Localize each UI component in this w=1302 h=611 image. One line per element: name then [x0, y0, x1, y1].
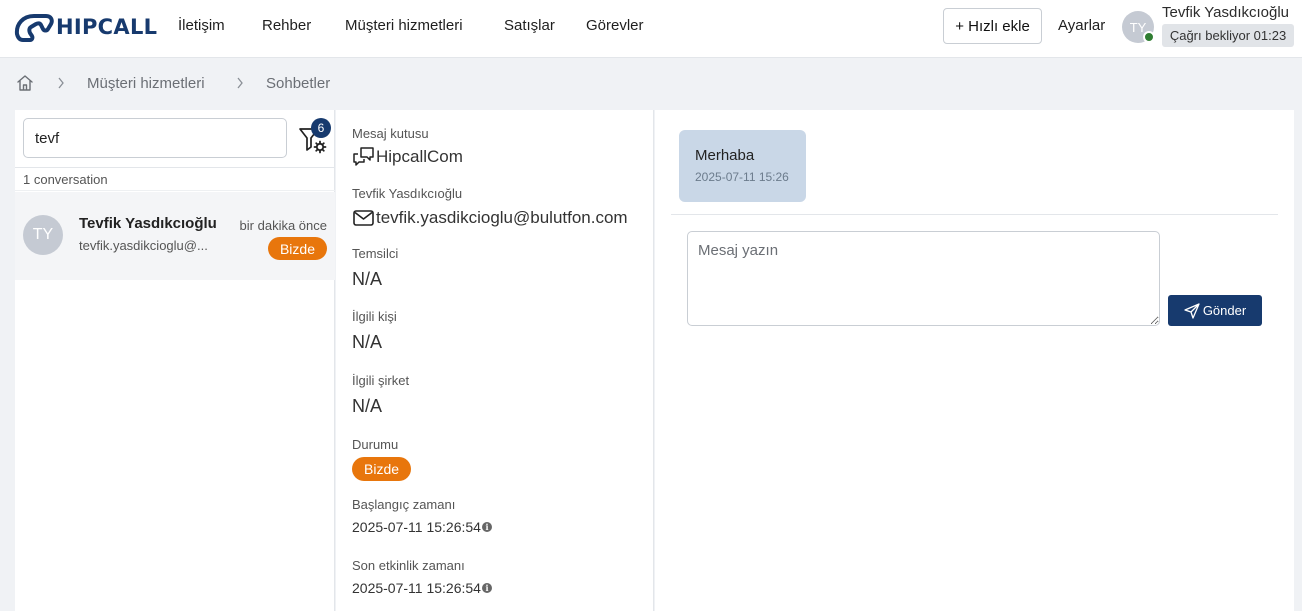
quick-add-button[interactable]: + Hızlı ekle — [943, 8, 1042, 44]
start-time-label: Başlangıç zamanı — [352, 497, 456, 512]
logo-text: HIPCALL — [56, 15, 158, 39]
settings-link[interactable]: Ayarlar — [1058, 17, 1105, 34]
chevron-right-icon — [58, 77, 64, 89]
send-button-label: Gönder — [1202, 303, 1247, 318]
status-label: Durumu — [352, 437, 399, 452]
conversation-item[interactable]: TY Tevfik Yasdıkcıoğlu tevfik.yasdikciog… — [15, 192, 335, 280]
status-badge: Bizde — [352, 457, 412, 481]
start-time-value: 2025-07-11 15:26:54 — [352, 519, 481, 535]
inbox-label: Mesaj kutusu — [352, 126, 429, 141]
conversation-email: tevfik.yasdikcioglu@... — [79, 238, 208, 253]
send-icon — [1184, 302, 1200, 319]
related-person-label: İlgili kişi — [352, 309, 397, 324]
message-text: Merhaba — [695, 147, 755, 164]
breadcrumb-musteri-hizmetleri[interactable]: Müşteri hizmetleri — [87, 75, 205, 92]
chat-bubbles-icon — [353, 147, 374, 166]
contact-email-row[interactable]: tevfik.yasdikcioglu@bulutfon.com — [352, 207, 628, 229]
home-icon[interactable] — [16, 74, 34, 92]
search-input[interactable] — [23, 118, 287, 158]
agent-label: Temsilci — [352, 246, 399, 261]
inbox-value: HipcallCom — [376, 147, 463, 166]
message-time: 2025-07-11 15:26 — [695, 170, 789, 184]
conversation-time: bir dakika önce — [239, 218, 327, 233]
user-name[interactable]: Tevfik Yasdıkcıoğlu — [1162, 4, 1289, 21]
inbox-value-row: HipcallCom — [352, 146, 463, 168]
conversation-name: Tevfik Yasdıkcıoğlu — [79, 215, 217, 232]
related-company-label: İlgili şirket — [352, 373, 410, 388]
nav-musteri-hizmetleri[interactable]: Müşteri hizmetleri — [345, 17, 463, 34]
contact-email[interactable]: tevfik.yasdikcioglu@bulutfon.com — [376, 208, 628, 228]
start-time-row: 2025-07-11 15:26:54 i — [352, 519, 492, 535]
conversation-avatar: TY — [23, 215, 63, 255]
related-person-value: N/A — [352, 332, 383, 352]
message-bubble: Merhaba 2025-07-11 15:26 — [679, 130, 806, 202]
mail-icon — [353, 210, 374, 226]
breadcrumb: Müşteri hizmetleri Sohbetler — [0, 58, 1302, 110]
logo-phone-icon — [14, 14, 54, 42]
contact-label: Tevfik Yasdıkcıoğlu — [352, 186, 463, 201]
conversation-list-panel: 6 1 conversation TY Tevfik Yasdıkcıoğlu … — [15, 110, 335, 611]
chat-divider — [671, 214, 1278, 215]
last-activity-value: 2025-07-11 15:26:54 — [352, 580, 481, 596]
agent-value: N/A — [352, 269, 383, 289]
conversation-count: 1 conversation — [15, 167, 335, 191]
filter-count-badge: 6 — [311, 118, 331, 138]
nav-iletisim[interactable]: İletişim — [178, 17, 225, 34]
info-icon[interactable]: i — [481, 522, 492, 532]
nav-gorevler[interactable]: Görevler — [586, 17, 644, 34]
hipcall-logo[interactable]: HIPCALL — [14, 11, 157, 43]
related-company-value: N/A — [352, 396, 383, 416]
chat-panel: Merhaba 2025-07-11 15:26 Gönder — [655, 110, 1294, 611]
last-activity-row: 2025-07-11 15:26:54 i — [352, 580, 492, 596]
last-activity-label: Son etkinlik zamanı — [352, 558, 465, 573]
call-status-badge: Çağrı bekliyor 01:23 — [1162, 24, 1294, 47]
conversation-details-panel: Mesaj kutusu HipcallCom Tevfik Yasdıkcıo… — [336, 110, 654, 611]
online-status-dot — [1143, 31, 1155, 43]
breadcrumb-sohbetler: Sohbetler — [266, 75, 331, 92]
top-bar: HIPCALL İletişim Rehber Müşteri hizmetle… — [0, 0, 1302, 58]
info-icon[interactable]: i — [481, 583, 492, 593]
message-input[interactable] — [687, 231, 1160, 326]
conversation-status-badge: Bizde — [267, 237, 327, 260]
chevron-right-icon — [237, 77, 243, 89]
nav-rehber[interactable]: Rehber — [262, 17, 311, 34]
send-button[interactable]: Gönder — [1168, 295, 1262, 326]
nav-satislar[interactable]: Satışlar — [504, 17, 555, 34]
